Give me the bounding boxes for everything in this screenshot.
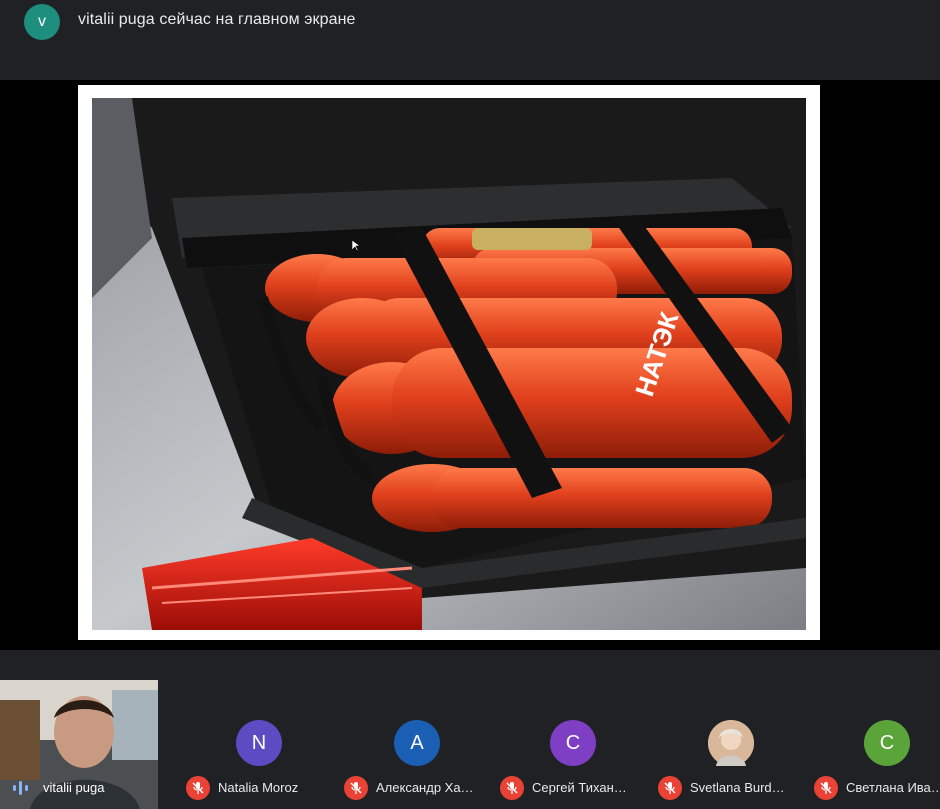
- participant-avatar: N: [236, 720, 282, 766]
- presenter-avatar: v: [24, 4, 60, 40]
- participant-tile[interactable]: N Natalia Moroz: [182, 720, 332, 809]
- mic-off-icon: [344, 776, 368, 800]
- participant-tile[interactable]: A Александр Ха…: [340, 720, 490, 809]
- participant-name: Александр Ха…: [376, 780, 474, 795]
- participant-tile[interactable]: Svetlana Burd…: [654, 720, 804, 809]
- participant-avatar: С: [550, 720, 596, 766]
- self-name-label: vitalii puga: [43, 780, 105, 795]
- mic-off-icon: [814, 776, 838, 800]
- participant-name: Светлана Ива…: [846, 780, 940, 795]
- participant-tile[interactable]: С Сергей Тихан…: [496, 720, 646, 809]
- pointer-arrow-icon: [352, 240, 360, 252]
- participant-avatar: С: [864, 720, 910, 766]
- participant-name: Natalia Moroz: [218, 780, 299, 795]
- mic-off-icon: [186, 776, 210, 800]
- participant-name: Сергей Тихан…: [532, 780, 627, 795]
- top-bar: v vitalii puga сейчас на главном экране: [0, 0, 940, 80]
- participant-name: Svetlana Burd…: [690, 780, 785, 795]
- participant-tile[interactable]: С Светлана Ива…: [810, 720, 940, 809]
- mic-off-icon: [500, 776, 524, 800]
- shared-slide-photo: НАТЭК: [92, 98, 806, 630]
- presenting-status-text: vitalii puga сейчас на главном экране: [78, 11, 356, 28]
- mic-off-icon: [658, 776, 682, 800]
- car-trunk-photo: НАТЭК: [92, 98, 806, 630]
- participant-avatar: [708, 720, 754, 766]
- speaking-indicator-icon: [13, 781, 28, 795]
- participant-avatar: A: [394, 720, 440, 766]
